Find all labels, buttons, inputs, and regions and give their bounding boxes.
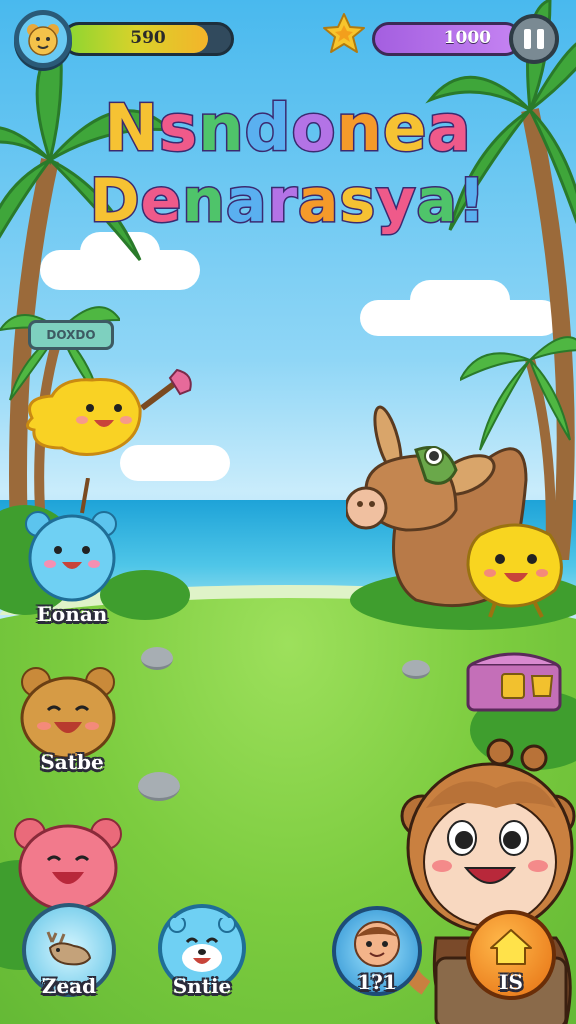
button-label: Sntie — [172, 974, 232, 998]
button-label: IS — [499, 970, 523, 994]
title-letter: s — [157, 91, 199, 168]
character-name-label: Eonan — [36, 602, 108, 626]
brown-bear-character-icon[interactable] — [14, 664, 122, 760]
title-letter: e — [139, 165, 183, 238]
button-label: 1?1 — [357, 970, 397, 994]
wooden-sign: DOXDO — [28, 320, 114, 350]
title-letter: a — [297, 165, 340, 238]
pink-bear-character-icon[interactable] — [10, 812, 126, 912]
character-name-label: Satbe — [40, 750, 104, 774]
title-letter: a — [224, 165, 268, 238]
game-title-line1: Nsndonea — [0, 91, 576, 168]
game-scene: 590 1000 Nsndonea Denarasya! DOXDO Eonan… — [0, 0, 576, 1024]
pause-icon — [524, 29, 531, 49]
title-letter: a — [415, 165, 458, 238]
rock — [402, 660, 430, 679]
title-letter: a — [426, 91, 472, 168]
title-letter: n — [181, 165, 227, 238]
title-letter: o — [290, 91, 337, 168]
title-letter: y — [375, 165, 417, 238]
boy-face-icon — [354, 921, 400, 967]
title-letter: s — [338, 165, 377, 238]
xp-bar: 590 — [62, 22, 234, 56]
title-letter: e — [381, 91, 428, 168]
gems-value: 1000 — [443, 28, 491, 48]
star-icon[interactable] — [322, 12, 366, 56]
xp-value: 590 — [130, 28, 166, 48]
title-letter: ! — [456, 165, 487, 238]
title-letter: r — [266, 165, 299, 238]
title-letter: n — [335, 91, 384, 168]
treasure-chest-icon[interactable] — [462, 648, 566, 714]
title-letter: n — [197, 91, 246, 168]
title-letter: D — [88, 165, 141, 238]
yellow-blob-creature-icon[interactable] — [22, 368, 194, 468]
title-letter: N — [103, 91, 160, 168]
gems-bar: 1000 — [372, 22, 522, 56]
pause-button[interactable] — [509, 14, 559, 64]
player-avatar-button[interactable] — [14, 10, 72, 68]
moose-icon — [46, 931, 92, 966]
game-title-line2: Denarasya! — [0, 165, 576, 238]
yellow-spiky-creature-icon[interactable] — [460, 515, 570, 620]
title-letter: d — [243, 91, 292, 168]
bear-avatar-icon — [27, 24, 59, 56]
blue-bear-character-icon[interactable] — [22, 478, 122, 603]
rock — [141, 647, 173, 670]
pause-icon — [537, 29, 544, 49]
home-icon — [490, 929, 532, 965]
blue-bear-icon — [168, 918, 236, 972]
rock — [138, 772, 180, 801]
button-label: Zead — [41, 974, 97, 998]
